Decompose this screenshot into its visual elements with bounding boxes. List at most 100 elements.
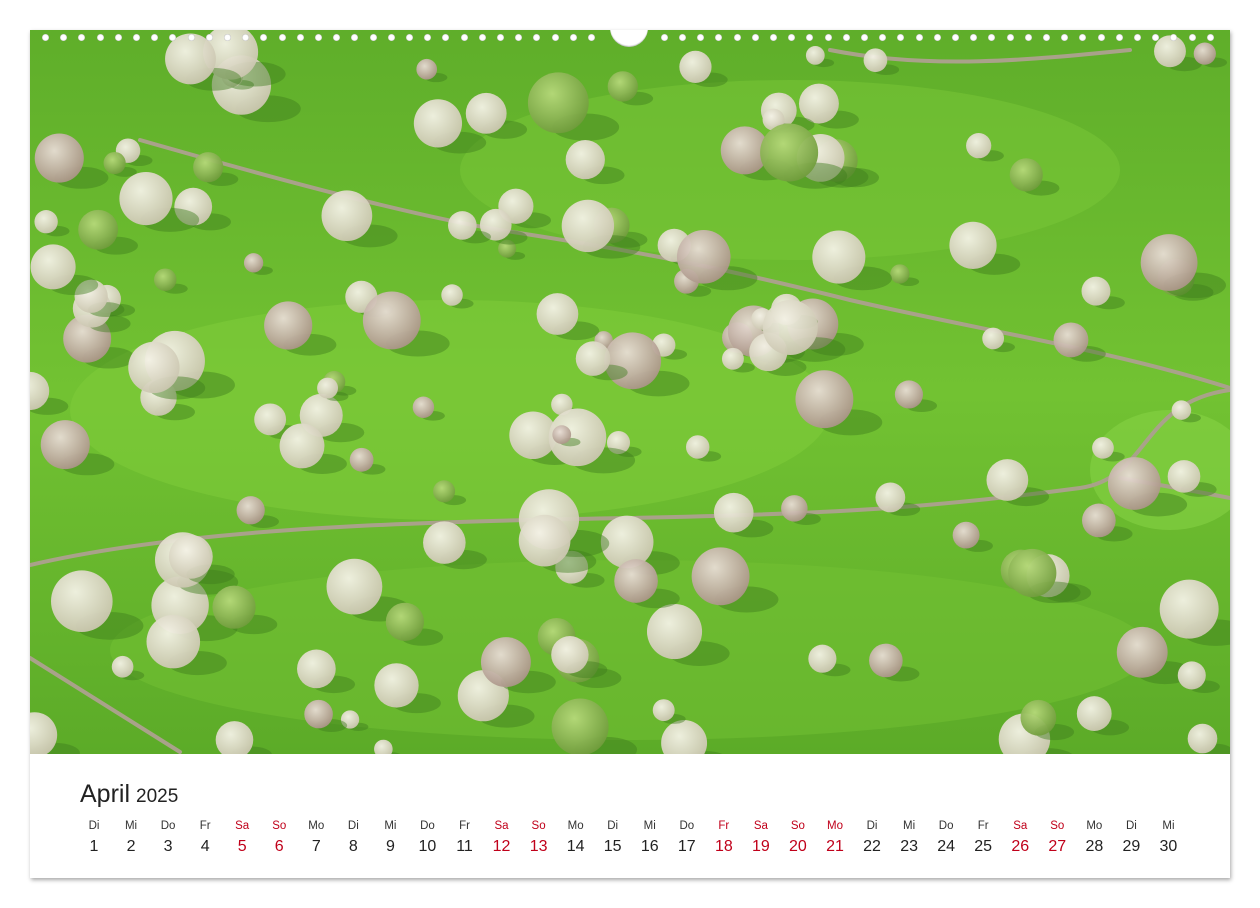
tree-crown <box>760 123 819 182</box>
calendar-page: April 2025 Di 1 Mi 2 Do 3 Fr 4 Sa 5 So 6 Mo 7 Di 8 Mi 9 Do 1… <box>30 30 1230 878</box>
tree-crown <box>1193 42 1216 65</box>
binding-hole <box>387 34 395 41</box>
day-number: 20 <box>789 838 807 855</box>
tree-crown <box>441 284 463 306</box>
tree-crown <box>243 253 264 273</box>
day-cell: So 6 <box>261 820 297 856</box>
binding-hole <box>824 34 832 41</box>
tree-crown <box>890 264 910 284</box>
binding-hole <box>133 34 140 41</box>
tree-crown <box>685 435 710 459</box>
weekday-label: Fr <box>459 820 470 832</box>
day-cell: Di 22 <box>854 820 890 856</box>
tree-crown <box>863 48 888 73</box>
tree-crown <box>34 133 84 183</box>
tree-crown <box>808 644 837 673</box>
tree-crown <box>1008 548 1057 598</box>
tree-crown <box>949 221 997 269</box>
tree-crown <box>193 152 224 183</box>
weekday-label: Mo <box>308 820 325 832</box>
tree-crown <box>279 423 325 469</box>
binding-hole <box>1188 34 1196 41</box>
weekday-label: Fr <box>718 820 730 832</box>
weekday-label: Sa <box>235 820 250 832</box>
day-number: 30 <box>1159 838 1178 855</box>
binding-hole <box>406 34 413 41</box>
weekday-label: Do <box>160 820 176 832</box>
weekday-label: Mi <box>1162 820 1175 832</box>
tree-crown <box>952 521 980 549</box>
binding-hole <box>260 34 268 41</box>
tree-crown <box>795 370 854 429</box>
day-cell: Mo 7 <box>298 820 334 856</box>
binding-hole <box>751 34 759 41</box>
binding-hole <box>151 34 159 41</box>
calendar-strip: April 2025 Di 1 Mi 2 Do 3 Fr 4 Sa 5 So 6 Mo 7 Di 8 Mi 9 Do 1… <box>30 754 1230 878</box>
tree-crown <box>433 480 456 503</box>
day-number: 7 <box>311 838 321 855</box>
tree-crown <box>762 299 818 355</box>
tree-crown <box>254 403 287 436</box>
day-cell: So 13 <box>521 820 557 856</box>
tree-crown <box>111 655 134 678</box>
day-cell: Fr 18 <box>706 820 742 856</box>
tree-crown <box>236 496 265 525</box>
binding-hole <box>1006 34 1014 41</box>
binding-hole <box>315 34 322 41</box>
weekday-label: Mi <box>643 820 656 832</box>
day-number: 29 <box>1122 838 1141 855</box>
day-number: 28 <box>1085 838 1104 855</box>
tree-crown <box>413 99 463 148</box>
tree-crown <box>982 327 1005 350</box>
binding-hole <box>679 34 686 41</box>
binding-hole <box>533 34 541 41</box>
tree-crown <box>1187 723 1218 754</box>
tree-crown <box>614 559 658 603</box>
binding-hole <box>369 34 377 41</box>
day-number: 10 <box>418 838 437 855</box>
tree-crown <box>721 347 744 370</box>
day-number: 13 <box>529 838 548 855</box>
tree-crown <box>1177 661 1206 690</box>
tree-crown <box>40 420 90 470</box>
tree-crown <box>326 558 383 615</box>
weekday-label: So <box>1050 820 1065 832</box>
binding-hole <box>460 34 468 41</box>
tree-crown <box>1092 437 1114 459</box>
day-number: 15 <box>603 838 622 855</box>
day-number: 4 <box>200 838 210 855</box>
weekday-label: Mo <box>827 820 843 832</box>
tree-crown <box>1009 158 1043 192</box>
tree-crown <box>153 268 177 291</box>
tree-crown <box>78 209 119 250</box>
day-number: 22 <box>863 838 881 855</box>
day-number: 19 <box>751 838 770 855</box>
binding-hole <box>715 34 723 41</box>
day-cell: Di 1 <box>76 820 112 856</box>
binding-hole <box>1061 34 1069 41</box>
tree-crown <box>894 380 923 409</box>
day-number: 21 <box>826 838 844 855</box>
day-cell: So 20 <box>780 820 816 856</box>
day-cell: Mi 23 <box>891 820 927 856</box>
binding-hole <box>1024 34 1032 41</box>
day-cell: Di 8 <box>335 820 371 856</box>
tree-crown <box>781 495 808 522</box>
tree-crown <box>561 199 615 253</box>
landscape-photo <box>30 30 1230 754</box>
day-cell: Do 10 <box>409 820 445 856</box>
day-cell: Di 29 <box>1113 820 1149 856</box>
tree-crown <box>349 447 374 472</box>
binding-hole <box>569 34 577 41</box>
day-number: 16 <box>640 838 659 855</box>
weekday-label: Do <box>420 820 435 832</box>
binding-hole <box>351 34 359 41</box>
tree-crown <box>604 332 662 390</box>
tree-crown <box>676 229 731 284</box>
weekday-label: Di <box>1125 820 1137 832</box>
day-cell: Sa 19 <box>743 820 779 856</box>
tree-crown <box>1020 699 1057 736</box>
day-number: 1 <box>89 838 99 855</box>
binding-hole <box>588 34 595 41</box>
weekday-label: Mo <box>567 820 584 832</box>
